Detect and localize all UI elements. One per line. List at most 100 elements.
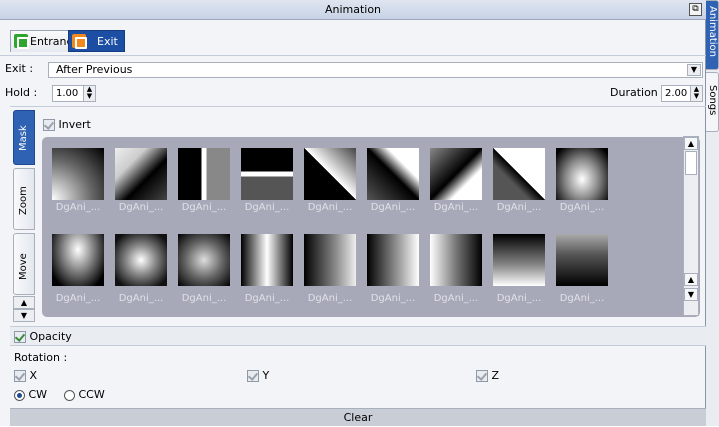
gallery-item-label: DgAni_... xyxy=(370,293,416,304)
gallery-item-label: DgAni_... xyxy=(307,293,353,304)
timing-row: Hold : 1.00 ▲ ▼ Duration : 2.00 ▲ ▼ xyxy=(0,82,706,104)
ccw-radio[interactable] xyxy=(64,389,75,401)
rotate-z-label: Z xyxy=(491,369,500,382)
gallery-item-label: DgAni_... xyxy=(496,202,542,213)
gallery-item[interactable] xyxy=(304,234,356,286)
hold-spinner[interactable]: 1.00 ▲ ▼ xyxy=(52,85,96,102)
rotate-z-checkbox[interactable] xyxy=(476,370,488,382)
tab-move[interactable]: Move xyxy=(13,233,35,295)
tab-zoom[interactable]: Zoom xyxy=(13,168,35,230)
ccw-label: CCW xyxy=(78,388,105,401)
cw-option[interactable]: CW xyxy=(14,388,47,401)
opacity-label: Opacity xyxy=(29,330,72,343)
scroll-up-icon[interactable]: ▲ xyxy=(684,273,698,286)
gallery-item[interactable] xyxy=(52,148,104,200)
rotate-z-option[interactable]: Z xyxy=(476,369,499,382)
rotate-y-checkbox[interactable] xyxy=(247,370,259,382)
tab-mask-label: Mask xyxy=(18,125,29,151)
gallery-item[interactable] xyxy=(430,148,482,200)
divider xyxy=(10,106,706,107)
rotate-y-label: Y xyxy=(262,369,270,382)
spinner-arrows-icon[interactable]: ▲ ▼ xyxy=(690,86,702,101)
cw-radio[interactable] xyxy=(14,389,25,401)
tab-zoom-label: Zoom xyxy=(18,186,29,215)
gallery-item[interactable] xyxy=(556,148,608,200)
gallery-item[interactable] xyxy=(556,234,608,286)
rotate-x-option[interactable]: X xyxy=(14,369,37,382)
scroll-up-button[interactable]: ▲ xyxy=(13,296,35,309)
scroll-up-icon[interactable]: ▲ xyxy=(684,137,698,150)
spinner-arrows-icon[interactable]: ▲ ▼ xyxy=(83,86,95,101)
hold-label: Hold : xyxy=(5,86,38,99)
gallery-item[interactable] xyxy=(178,148,230,200)
tab-animation[interactable]: Animation xyxy=(706,0,719,70)
tab-mask[interactable]: Mask xyxy=(13,110,35,165)
gallery-item[interactable] xyxy=(178,234,230,286)
rotate-x-checkbox[interactable] xyxy=(14,370,26,382)
gallery-item-label: DgAni_... xyxy=(559,202,605,213)
animation-panel: Animation ⧉ Entrance Exit Exit : After P… xyxy=(0,0,706,426)
gallery-item[interactable] xyxy=(241,148,293,200)
scroll-down-button[interactable]: ▼ xyxy=(13,309,35,322)
gallery-scrollbar[interactable]: ▲ ▲ ▼ xyxy=(683,136,699,316)
panel-title: Animation xyxy=(324,3,382,16)
gallery-item-label: DgAni_... xyxy=(433,202,479,213)
gallery-item-label: DgAni_... xyxy=(496,293,542,304)
gallery-item-label: DgAni_... xyxy=(307,202,353,213)
right-side-tabs: Animation Songs xyxy=(706,0,719,426)
gallery-item[interactable] xyxy=(367,234,419,286)
exit-type-dropdown[interactable]: After Previous ▼ xyxy=(48,62,703,78)
exit-type-row: Exit : After Previous ▼ xyxy=(0,58,706,80)
tab-songs-label: Songs xyxy=(707,85,718,116)
duration-label: Duration : xyxy=(610,86,665,99)
rotate-y-option[interactable]: Y xyxy=(247,369,269,382)
gallery-item-label: DgAni_... xyxy=(55,202,101,213)
invert-checkbox[interactable] xyxy=(43,119,55,131)
entrance-icon xyxy=(14,34,29,49)
gallery-item-label: DgAni_... xyxy=(181,293,227,304)
tab-exit[interactable]: Exit xyxy=(68,30,125,52)
mask-gallery: DgAni_... DgAni_... DgAni_... DgAni_... … xyxy=(42,137,700,317)
gallery-item[interactable] xyxy=(115,234,167,286)
panel-titlebar: Animation ⧉ xyxy=(0,0,706,20)
scroll-down-icon[interactable]: ▼ xyxy=(684,288,698,301)
gallery-item[interactable] xyxy=(493,234,545,286)
gallery-item-label: DgAni_... xyxy=(55,293,101,304)
gallery-item[interactable] xyxy=(115,148,167,200)
ccw-option[interactable]: CCW xyxy=(64,388,105,401)
gallery-item-label: DgAni_... xyxy=(244,202,290,213)
tab-songs[interactable]: Songs xyxy=(706,72,719,132)
rotate-x-label: X xyxy=(29,369,38,382)
rotation-label: Rotation : xyxy=(14,351,68,364)
effect-category-tabs: Mask Zoom Move xyxy=(13,110,35,320)
gallery-item-label: DgAni_... xyxy=(433,293,479,304)
gallery-item-label: DgAni_... xyxy=(559,293,605,304)
gallery-item-label: DgAni_... xyxy=(118,202,164,213)
gallery-item[interactable] xyxy=(52,234,104,286)
gallery-item[interactable] xyxy=(367,148,419,200)
tab-exit-label: Exit xyxy=(97,35,118,48)
gallery-item-label: DgAni_... xyxy=(244,293,290,304)
gallery-item[interactable] xyxy=(493,148,545,200)
clear-label: Clear xyxy=(343,411,373,424)
scrollbar-thumb[interactable] xyxy=(685,151,697,175)
exit-type-value: After Previous xyxy=(56,63,133,76)
exit-type-label: Exit : xyxy=(5,62,34,75)
gallery-item[interactable] xyxy=(430,234,482,286)
opacity-checkbox[interactable] xyxy=(14,331,26,343)
opacity-section[interactable]: Opacity xyxy=(10,326,706,346)
gallery-item[interactable] xyxy=(241,234,293,286)
tab-animation-label: Animation xyxy=(707,6,718,57)
tab-entrance[interactable]: Entrance xyxy=(10,30,79,52)
gallery-item-label: DgAni_... xyxy=(181,202,227,213)
tab-move-label: Move xyxy=(18,253,29,280)
restore-icon[interactable]: ⧉ xyxy=(689,3,702,16)
gallery-item[interactable] xyxy=(304,148,356,200)
clear-button[interactable]: Clear xyxy=(10,408,706,426)
invert-option[interactable]: Invert xyxy=(43,117,91,133)
cw-label: CW xyxy=(28,388,48,401)
gallery-item-label: DgAni_... xyxy=(118,293,164,304)
duration-spinner[interactable]: 2.00 ▲ ▼ xyxy=(661,85,703,102)
chevron-down-icon[interactable]: ▼ xyxy=(687,64,701,76)
tab-row: Entrance Exit xyxy=(0,22,706,56)
